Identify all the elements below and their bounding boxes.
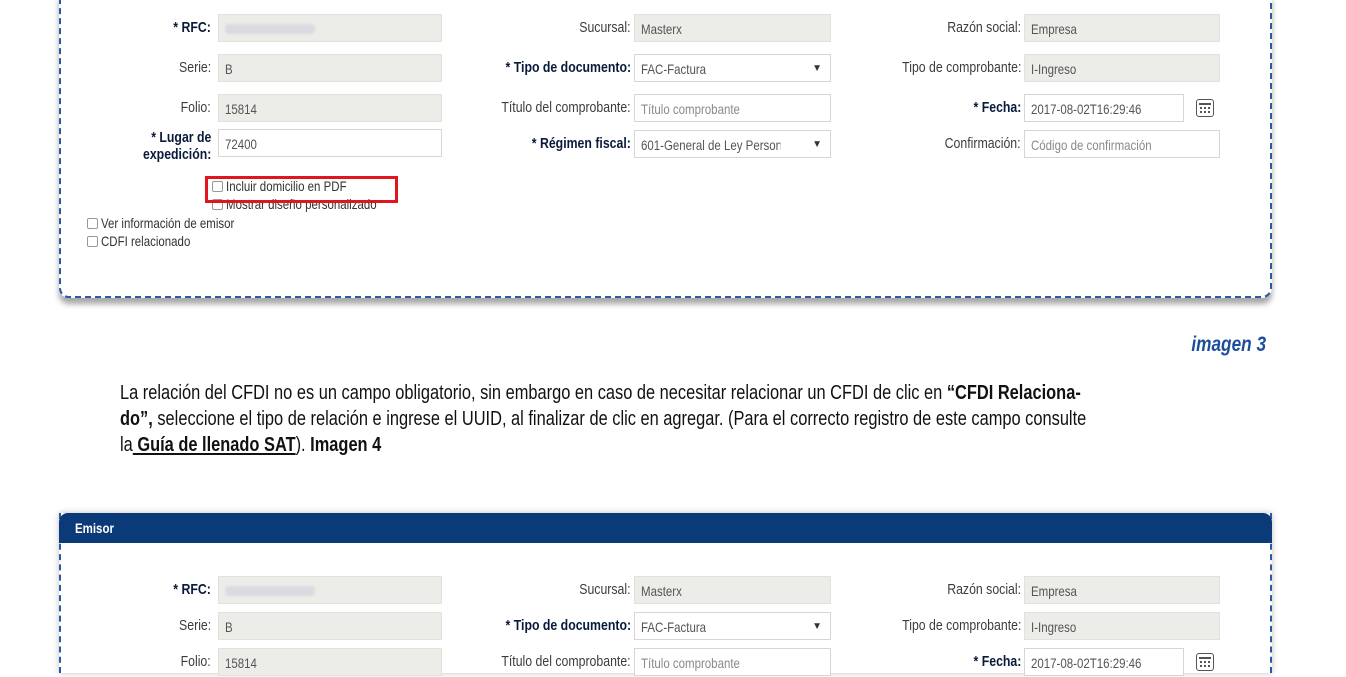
folio-field[interactable]: 15814 xyxy=(218,94,442,122)
serie-label: Serie: xyxy=(178,59,211,76)
fecha-input[interactable]: 2017-08-02T16:29:46 xyxy=(1024,648,1184,676)
rfc-field[interactable] xyxy=(218,576,442,604)
tipo-documento-select[interactable]: FAC-Factura ▼ xyxy=(634,612,831,640)
image-caption: imagen 3 xyxy=(1191,333,1266,356)
lugar-expedicion-field[interactable]: 72400 xyxy=(218,129,442,157)
calendar-icon[interactable] xyxy=(1196,653,1214,671)
titulo-comprobante-label: Título del comprobante: xyxy=(501,653,631,670)
rfc-redacted xyxy=(225,586,315,596)
fecha-input[interactable]: 2017-08-02T16:29:46 xyxy=(1024,94,1184,122)
checkbox-icon xyxy=(87,235,98,247)
titulo-comprobante-input[interactable]: Título comprobante xyxy=(634,648,831,676)
serie-field[interactable]: B xyxy=(218,54,442,82)
tipo-documento-label: * Tipo de documento: xyxy=(505,617,631,634)
cfdi-relacionado-checkbox[interactable]: CDFI relacionado xyxy=(87,233,210,249)
sucursal-field[interactable]: Masterx xyxy=(634,14,831,42)
razon-social-label: Razón social: xyxy=(947,19,1021,36)
tipo-documento-label: * Tipo de documento: xyxy=(505,59,631,76)
tipo-comprobante-label: Tipo de comprobante: xyxy=(901,617,1021,634)
fecha-label: * Fecha: xyxy=(973,653,1021,670)
emisor-panel-header: Emisor xyxy=(59,513,1272,543)
serie-label: Serie: xyxy=(178,617,211,634)
rfc-label: * RFC: xyxy=(173,581,211,598)
folio-label: Folio: xyxy=(180,653,211,670)
highlight-box xyxy=(205,176,398,203)
tipo-comprobante-field[interactable]: I-Ingreso xyxy=(1024,54,1220,82)
folio-label: Folio: xyxy=(180,99,211,116)
rfc-field[interactable] xyxy=(218,14,442,42)
emisor-panel-bottom: Emisor * RFC: Serie: B Folio: 15814 Sucu… xyxy=(59,513,1272,676)
emisor-panel-top: * RFC: Serie: B Folio: 15814 * Lugar de … xyxy=(59,0,1272,298)
chevron-down-icon: ▼ xyxy=(812,621,822,632)
rfc-redacted xyxy=(225,24,315,34)
sucursal-field[interactable]: Masterx xyxy=(634,576,831,604)
titulo-comprobante-input[interactable]: Título comprobante xyxy=(634,94,831,122)
serie-field[interactable]: B xyxy=(218,612,442,640)
razon-social-field[interactable]: Empresa xyxy=(1024,14,1220,42)
sucursal-label: Sucursal: xyxy=(579,581,631,598)
chevron-down-icon: ▼ xyxy=(810,131,822,157)
rfc-label: * RFC: xyxy=(173,19,211,36)
guia-llenado-sat-link[interactable]: Guía de llenado SAT xyxy=(133,433,295,456)
razon-social-label: Razón social: xyxy=(947,581,1021,598)
lugar-expedicion-label: * Lugar de expedición: xyxy=(142,129,211,163)
instruction-paragraph: La relación del CFDI no es un campo obli… xyxy=(120,381,1087,456)
checkbox-icon xyxy=(87,217,98,229)
regimen-fiscal-select[interactable]: 601-General de Ley Personas ▼ xyxy=(634,130,831,158)
fecha-label: * Fecha: xyxy=(973,99,1021,116)
chevron-down-icon: ▼ xyxy=(812,63,822,74)
sucursal-label: Sucursal: xyxy=(579,19,631,36)
folio-field[interactable]: 15814 xyxy=(218,648,442,676)
confirmacion-label: Confirmación: xyxy=(945,135,1021,152)
regimen-fiscal-label: * Régimen fiscal: xyxy=(531,135,631,152)
tipo-comprobante-label: Tipo de comprobante: xyxy=(901,59,1021,76)
titulo-comprobante-label: Título del comprobante: xyxy=(501,99,631,116)
razon-social-field[interactable]: Empresa xyxy=(1024,576,1220,604)
tipo-comprobante-field[interactable]: I-Ingreso xyxy=(1024,612,1220,640)
ver-informacion-emisor-checkbox[interactable]: Ver información de emisor xyxy=(87,215,264,231)
confirmacion-input[interactable]: Código de confirmación xyxy=(1024,130,1220,158)
tipo-documento-select[interactable]: FAC-Factura ▼ xyxy=(634,54,831,82)
calendar-icon[interactable] xyxy=(1196,99,1214,117)
